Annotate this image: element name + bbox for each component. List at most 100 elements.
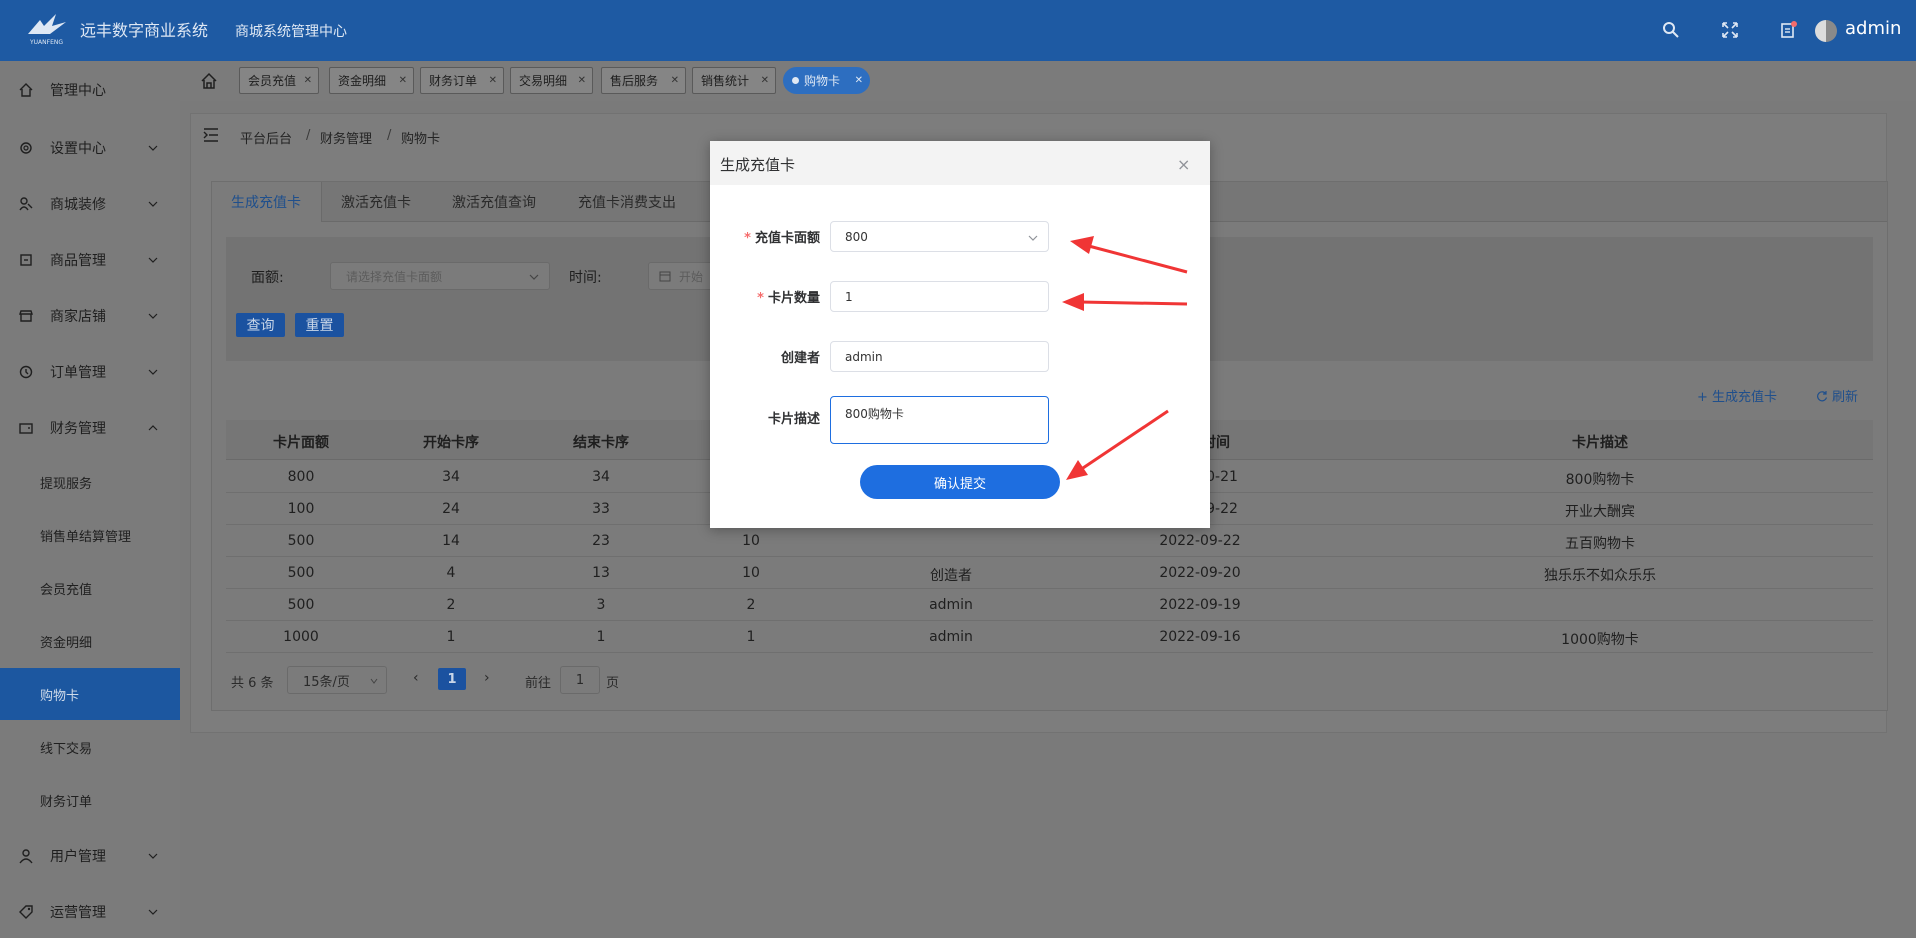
sidebar-subitem-shopping-card[interactable]: 购物卡 xyxy=(0,668,180,720)
cell-value: 500 xyxy=(287,565,315,581)
sidebar-subitem-label: 会员充值 xyxy=(40,582,93,598)
page-size-select[interactable]: 15条/页 xyxy=(287,666,387,694)
cell-end: 23 xyxy=(592,533,610,549)
sidebar-item-settings[interactable]: 设置中心 xyxy=(0,128,180,168)
query-button[interactable]: 查询 xyxy=(236,313,285,337)
close-icon[interactable]: × xyxy=(1177,155,1190,174)
sidebar-item-finance[interactable]: 财务管理 xyxy=(0,408,180,448)
page-tab-fund-detail[interactable]: 资金明细 ✕ xyxy=(329,67,414,94)
tab-card-consumption[interactable]: 充值卡消费支出 xyxy=(578,182,676,222)
close-icon[interactable]: ✕ xyxy=(761,75,769,86)
collapse-menu-icon[interactable] xyxy=(203,128,219,142)
breadcrumb-platform[interactable]: 平台后台 xyxy=(240,128,292,147)
chevron-down-icon xyxy=(148,369,158,375)
goto-page-input[interactable]: 1 xyxy=(560,666,600,694)
required-mark: * xyxy=(744,231,751,246)
chevron-down-icon xyxy=(148,257,158,263)
close-icon[interactable]: ✕ xyxy=(855,75,863,86)
tab-generate-card[interactable]: 生成充值卡 xyxy=(212,182,322,222)
chevron-down-icon xyxy=(148,853,158,859)
generate-card-button[interactable]: + 生成充值卡 xyxy=(1697,386,1777,405)
sidebar-subitem-withdraw[interactable]: 提现服务 xyxy=(0,456,180,508)
chevron-down-icon xyxy=(148,145,158,151)
description-label: 卡片描述 xyxy=(767,412,820,427)
creator-input[interactable]: admin xyxy=(830,341,1049,372)
sidebar-item-operations[interactable]: 运营管理 xyxy=(0,892,180,932)
tab-activate-card[interactable]: 激活充值卡 xyxy=(341,182,411,222)
amount-label: * 充值卡面额 xyxy=(710,227,820,246)
sidebar-subitem-settlement[interactable]: 销售单结算管理 xyxy=(0,509,180,561)
user-name[interactable]: admin xyxy=(1845,18,1901,39)
cell-end: 33 xyxy=(592,501,610,517)
close-icon[interactable]: ✕ xyxy=(671,75,679,86)
next-page-icon[interactable]: › xyxy=(484,670,490,686)
close-icon[interactable]: ✕ xyxy=(578,75,586,86)
page-tab-shopping-card[interactable]: 购物卡 ✕ xyxy=(783,67,870,94)
home-icon[interactable] xyxy=(200,72,218,90)
sidebar-item-label: 管理中心 xyxy=(50,83,106,99)
refresh-button[interactable]: 刷新 xyxy=(1816,386,1858,405)
page-tab-member-recharge[interactable]: 会员充值 ✕ xyxy=(239,67,319,94)
sidebar-item-orders[interactable]: 订单管理 xyxy=(0,352,180,392)
page-suffix: 页 xyxy=(606,676,620,691)
sidebar-subitem-offline-trade[interactable]: 线下交易 xyxy=(0,721,180,773)
pager-total: 共 6 条 xyxy=(231,676,274,691)
fullscreen-icon[interactable] xyxy=(1720,20,1740,40)
cell-count: 10 xyxy=(742,565,760,581)
sidebar-item-stores[interactable]: 商家店铺 xyxy=(0,296,180,336)
amount-label-text: 充值卡面额 xyxy=(754,231,820,246)
page-tab-after-sales[interactable]: 售后服务 ✕ xyxy=(601,67,686,94)
page-tab-finance-orders[interactable]: 财务订单 ✕ xyxy=(420,67,504,94)
avatar[interactable] xyxy=(1815,20,1837,42)
close-icon[interactable]: ✕ xyxy=(489,75,497,86)
store-icon xyxy=(19,310,33,322)
column-header-value: 卡片面额 xyxy=(273,435,329,451)
cell-creator: 创造者 xyxy=(930,568,972,584)
app-subtitle: 商城系统管理中心 xyxy=(235,24,347,40)
cell-count: 2 xyxy=(746,597,756,613)
submit-button[interactable]: 确认提交 xyxy=(860,465,1060,499)
sidebar-item-products[interactable]: 商品管理 xyxy=(0,240,180,280)
sidebar-item-decoration[interactable]: 商城装修 xyxy=(0,184,180,224)
sidebar-subitem-label: 资金明细 xyxy=(40,635,93,651)
sidebar-subitem-fund-detail[interactable]: 资金明细 xyxy=(0,615,180,667)
reset-button[interactable]: 重置 xyxy=(295,313,344,337)
cell-value: 1000 xyxy=(283,629,319,645)
notification-icon[interactable] xyxy=(1778,20,1798,40)
breadcrumb-finance[interactable]: 财务管理 xyxy=(320,128,372,147)
sidebar-item-dashboard[interactable]: 管理中心 xyxy=(0,70,180,110)
sidebar-item-label: 订单管理 xyxy=(50,365,106,381)
date-range-input[interactable]: 开始 xyxy=(648,262,718,290)
cell-desc: 独乐乐不如众乐乐 xyxy=(1544,568,1656,584)
cell-time: 2022-09-19 xyxy=(1159,597,1241,613)
amount-select[interactable]: 800 xyxy=(830,221,1049,252)
refresh-icon xyxy=(1817,390,1828,401)
sidebar-subitem-member-recharge[interactable]: 会员充值 xyxy=(0,562,180,614)
chevron-down-icon xyxy=(370,678,378,684)
page-tab-label: 售后服务 xyxy=(610,74,659,88)
page-tab-sales-stats[interactable]: 销售统计 ✕ xyxy=(692,67,776,94)
cell-end: 34 xyxy=(592,469,610,485)
cell-time: 2022-09-20 xyxy=(1159,565,1241,581)
cell-end: 1 xyxy=(596,629,606,645)
sidebar-item-label: 用户管理 xyxy=(50,849,106,865)
prev-page-icon[interactable]: ‹ xyxy=(413,670,419,686)
time-filter-label: 时间: xyxy=(569,270,602,286)
search-icon[interactable] xyxy=(1661,20,1681,40)
sidebar-subitem-finance-orders[interactable]: 财务订单 xyxy=(0,774,180,826)
sidebar-item-users[interactable]: 用户管理 xyxy=(0,836,180,876)
current-page-button[interactable]: 1 xyxy=(438,668,466,690)
sidebar-subitem-label: 购物卡 xyxy=(40,688,80,704)
description-textarea[interactable]: 800购物卡 xyxy=(830,396,1049,444)
close-icon[interactable]: ✕ xyxy=(304,75,312,86)
amount-select-value: 800 xyxy=(845,229,868,244)
app-title: 远丰数字商业系统 xyxy=(80,21,209,40)
tab-activation-query[interactable]: 激活充值查询 xyxy=(452,182,536,222)
quantity-input[interactable]: 1 xyxy=(830,281,1049,312)
column-header-end: 结束卡序 xyxy=(573,435,629,451)
order-icon xyxy=(19,365,33,379)
tab-label: 充值卡消费支出 xyxy=(578,195,676,211)
amount-filter-select[interactable]: 请选择充值卡面额 xyxy=(330,262,550,290)
page-tab-trade-detail[interactable]: 交易明细 ✕ xyxy=(510,67,593,94)
close-icon[interactable]: ✕ xyxy=(399,75,407,86)
